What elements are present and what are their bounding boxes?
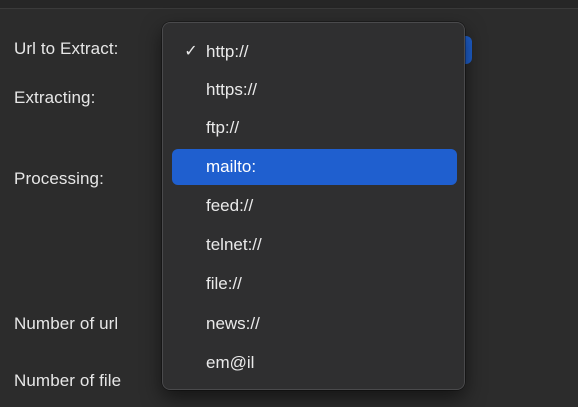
extractor-window: Url to Extract: Extracting: Processing: … [0,0,578,407]
url-scheme-dropdown-menu: ✓ http:// https:// ftp:// mailto: feed:/… [162,22,465,390]
menu-item-label: mailto: [206,157,257,176]
processing-label: Processing: [14,169,104,188]
menu-item-label: em@il [206,353,255,372]
menu-item-label: feed:// [206,196,254,215]
menu-item-mailto[interactable]: mailto: [172,149,457,185]
menu-item-label: ftp:// [206,118,240,137]
menu-item-telnet[interactable]: telnet:// [172,227,457,263]
checkmark-icon: ✓ [184,43,198,60]
url-to-extract-label: Url to Extract: [14,39,119,58]
number-of-file-label: Number of file [14,371,122,390]
number-of-url-label: Number of url [14,314,119,333]
menu-item-file[interactable]: file:// [172,266,457,302]
extracting-label: Extracting: [14,88,96,107]
menu-item-ftp[interactable]: ftp:// [172,110,457,146]
menu-item-email[interactable]: em@il [172,345,457,381]
menu-item-news[interactable]: news:// [172,306,457,342]
menu-item-http[interactable]: ✓ http:// [172,34,457,70]
menu-item-label: news:// [206,314,260,333]
menu-item-label: telnet:// [206,235,262,254]
title-strip [0,0,578,8]
menu-item-https[interactable]: https:// [172,72,457,108]
menu-item-label: file:// [206,274,242,293]
top-divider [0,8,578,9]
menu-item-feed[interactable]: feed:// [172,188,457,224]
menu-item-label: http:// [206,42,249,61]
menu-item-label: https:// [206,80,258,99]
